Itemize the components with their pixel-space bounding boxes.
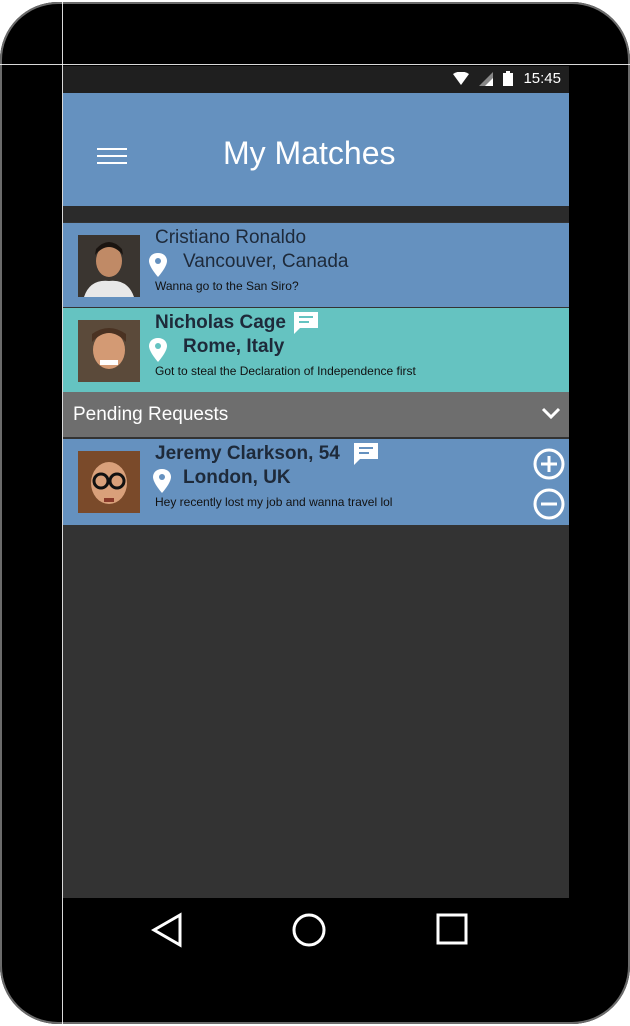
home-circle-icon[interactable] [291,912,327,948]
match-message: Wanna go to the San Siro? [155,279,299,293]
divider [63,206,569,222]
match-name: Cristiano Ronaldo [155,227,307,248]
status-time: 15:45 [523,70,561,87]
navigation-bar [63,898,569,968]
avatar [78,451,140,513]
request-name: Jeremy Clarkson, 54 [155,443,378,465]
guide-line-horizontal [0,64,630,65]
app-screen: 15:45 My Matches Cristiano Ronaldo Vanco… [63,66,569,898]
back-triangle-icon[interactable] [151,912,183,948]
match-message: Got to steal the Declaration of Independ… [155,364,416,378]
hamburger-icon[interactable] [97,148,127,170]
match-item[interactable]: Nicholas Cage Rome, Italy Got to steal t… [63,308,569,392]
pending-requests-label: Pending Requests [73,404,229,425]
wifi-icon [453,71,470,85]
status-bar: 15:45 [63,66,569,93]
battery-icon [503,71,514,86]
chat-bubble-icon[interactable] [293,312,318,334]
match-location: Vancouver, Canada [183,251,349,272]
avatar [78,320,140,382]
match-name: Nicholas Cage [155,312,318,334]
page-title: My Matches [223,135,396,171]
plus-circle-icon[interactable] [532,447,566,481]
request-location: London, UK [183,467,291,488]
request-message: Hey recently lost my job and wanna trave… [155,495,393,509]
match-name-text: Nicholas Cage [155,312,286,334]
pending-request-item[interactable]: Jeremy Clarkson, 54 London, UK Hey recen… [63,439,569,525]
match-item[interactable]: Cristiano Ronaldo Vancouver, Canada Wann… [63,223,569,307]
location-pin-icon [149,338,167,362]
avatar [78,235,140,297]
minus-circle-icon[interactable] [532,487,566,521]
recents-square-icon[interactable] [435,912,469,946]
match-location: Rome, Italy [183,336,285,357]
request-name-text: Jeremy Clarkson, 54 [155,443,340,465]
chevron-down-icon[interactable] [541,406,561,420]
signal-icon [479,71,494,86]
location-pin-icon [149,253,167,277]
location-pin-icon [153,469,171,493]
app-bar: My Matches [63,93,569,206]
guide-line-vertical [62,0,63,1026]
chat-bubble-icon[interactable] [353,443,378,465]
pending-requests-header[interactable]: Pending Requests [63,392,569,437]
